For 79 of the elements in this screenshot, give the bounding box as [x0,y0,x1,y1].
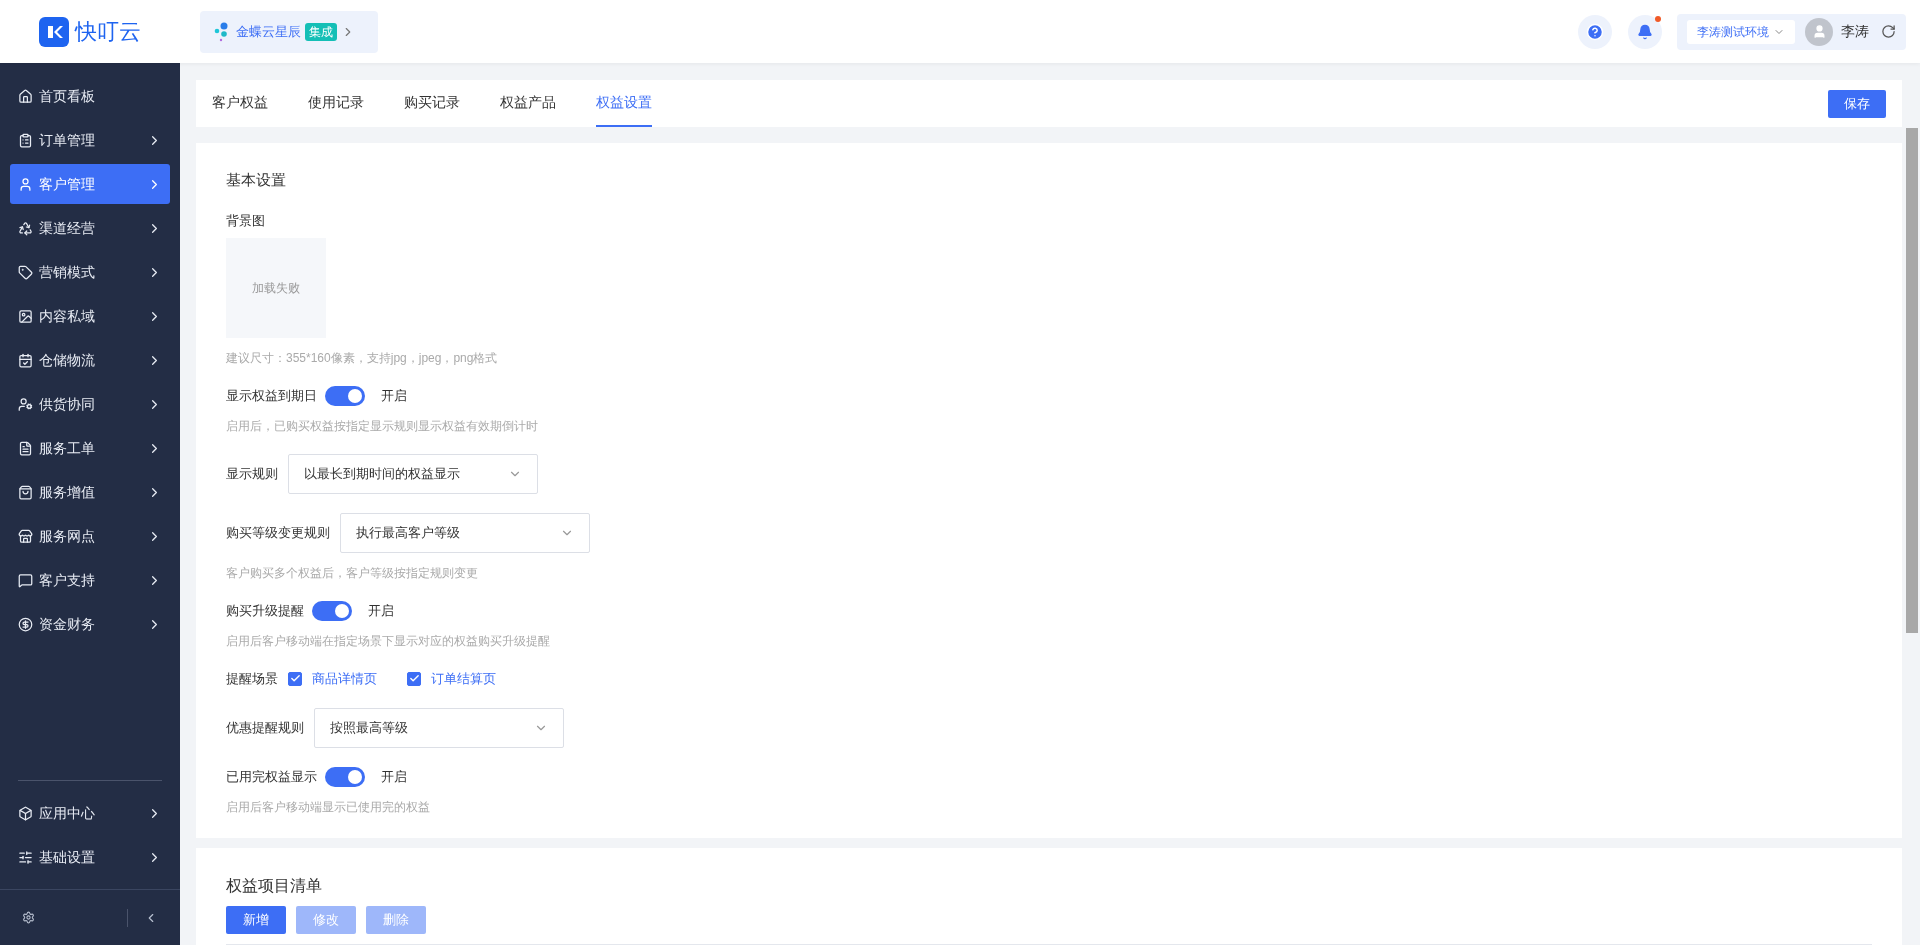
refresh-icon[interactable] [1881,24,1896,39]
select-field[interactable]: 按照最高等级 [314,707,564,748]
sidebar-item[interactable]: 服务工单 [10,428,170,468]
tab[interactable]: 权益产品 [500,80,556,127]
section-title: 权益项目清单 [226,875,323,896]
tab[interactable]: 购买记录 [404,80,460,127]
hint-text: 建议尺寸：355*160像素，支持jpg，jpeg，png格式 [226,350,499,367]
user-icon [18,396,33,412]
notification-button[interactable] [1628,14,1662,49]
environment-select[interactable]: 李涛测试环境 [1687,19,1795,44]
field-label: 显示规则 [226,465,278,484]
help-button[interactable] [1578,14,1612,49]
checkbox-label[interactable]: 商品详情页 [312,669,377,689]
save-button[interactable]: 保存 [1828,89,1886,118]
sidebar-item[interactable]: 内容私域 [10,296,170,336]
sidebar-item[interactable]: 仓储物流 [10,340,170,380]
integration-badge: 集成 [305,22,337,41]
integration-chip[interactable]: 金蝶云星辰 集成 [200,10,378,53]
sidebar-item[interactable]: 渠道经营 [10,208,170,248]
field-label: 购买升级提醒 [226,602,304,621]
cube-icon [18,805,33,821]
toggle-switch[interactable] [312,601,352,621]
select-field[interactable]: 以最长到期时间的权益显示 [288,454,538,494]
tab[interactable]: 权益设置 [596,80,652,127]
sidebar-item[interactable]: 供货协同 [10,384,170,424]
toggle-status: 开启 [381,387,407,406]
toggle-switch[interactable] [325,766,365,787]
coin-icon [18,616,33,632]
logo-text: 快叮云 [75,18,141,46]
store-icon [18,528,33,544]
toggle-status: 开启 [381,767,407,786]
sidebar-item[interactable]: 应用中心 [10,793,170,833]
hint-text: 启用后客户移动端显示已使用完的权益 [226,798,431,816]
sidebar-item[interactable]: 客户管理 [10,164,170,204]
sidebar-item[interactable]: 资金财务 [10,604,170,644]
checkbox-label[interactable]: 订单结算页 [431,669,496,689]
tag-icon [18,264,33,280]
integration-name: 金蝶云星辰 [236,22,301,41]
hint-text: 客户购买多个权益后，客户等级按指定规则变更 [226,565,479,582]
tab[interactable]: 客户权益 [212,80,268,127]
image-icon [18,308,33,324]
action-button[interactable]: 新增 [226,905,286,934]
checkbox[interactable] [407,671,421,686]
sidebar-item[interactable]: 首页看板 [10,76,170,116]
field-label: 背景图 [226,211,266,230]
house-icon [18,88,33,104]
sidebar-item[interactable]: 服务网点 [10,516,170,556]
clipboard-icon [18,132,33,148]
bell-icon [1637,23,1653,40]
user-icon [18,176,33,192]
sliders-icon [18,849,33,865]
field-label: 已用完权益显示 [226,767,317,786]
select-field[interactable]: 执行最高客户等级 [340,513,590,553]
dots-icon [214,20,230,43]
document-icon [18,440,33,456]
field-label: 购买等级变更规则 [226,524,330,543]
settings-icon[interactable] [22,911,35,924]
calendar-icon [18,352,33,368]
sidebar-item[interactable]: 订单管理 [10,120,170,160]
checkbox[interactable] [288,671,302,686]
toggle-status: 开启 [368,602,394,621]
help-icon [1586,22,1604,41]
message-icon [18,572,33,588]
sidebar-item[interactable]: 服务增值 [10,472,170,512]
bag-icon [18,484,33,500]
toggle-switch[interactable] [325,386,365,406]
tab[interactable]: 使用记录 [308,80,364,127]
logo-icon [39,16,69,47]
sidebar-item[interactable]: 客户支持 [10,560,170,600]
hint-text: 启用后，已购买权益按指定显示规则显示权益有效期倒计时 [226,418,539,435]
sidebar-item[interactable]: 基础设置 [10,837,170,877]
field-label: 提醒场景 [226,670,278,688]
field-label: 优惠提醒规则 [226,718,304,737]
cycle-icon [18,220,33,236]
hint-text: 启用后客户移动端在指定场景下显示对应的权益购买升级提醒 [226,633,551,650]
field-label: 显示权益到期日 [226,387,317,406]
user-name: 李涛 [1841,22,1869,41]
section-title: 基本设置 [226,170,287,190]
sidebar-item[interactable]: 营销模式 [10,252,170,292]
